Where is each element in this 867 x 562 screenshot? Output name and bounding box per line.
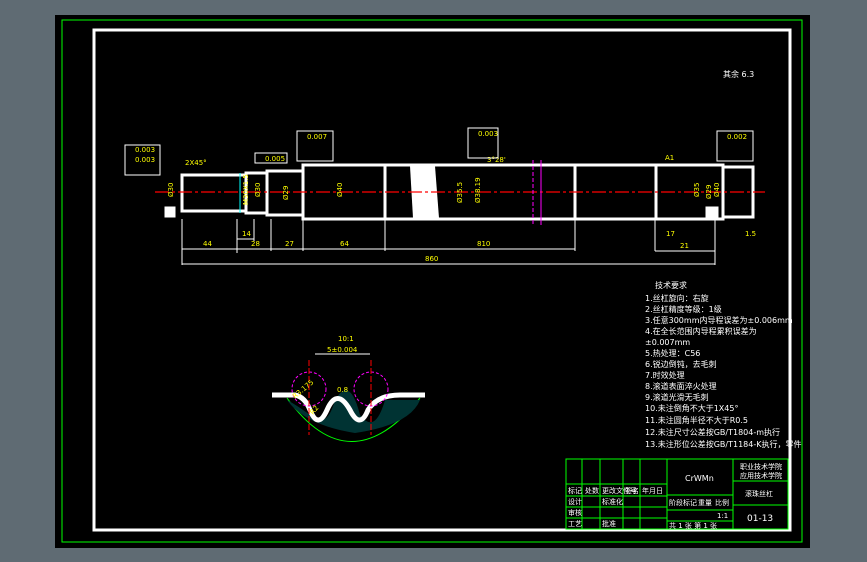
svg-text:14: 14 [242,230,251,238]
svg-text:M30X1.5: M30X1.5 [242,174,250,205]
svg-text:标记: 标记 [568,486,582,495]
svg-text:12.未注尺寸公差按GB/T1804-m执行: 12.未注尺寸公差按GB/T1804-m执行 [645,427,780,437]
svg-text:Ø35.5: Ø35.5 [456,182,464,203]
svg-text:4.在全长范围内导程累积误差为: 4.在全长范围内导程累积误差为 [645,326,757,336]
outer-border [61,19,803,543]
svg-text:Ø30: Ø30 [167,183,175,197]
svg-text:比例: 比例 [715,498,729,507]
svg-text:0.8: 0.8 [337,386,348,394]
svg-text:44: 44 [203,240,212,248]
svg-text:5±0.004: 5±0.004 [327,346,358,354]
svg-text:13.未注形位公差按GB/T1184-K执行，零件: 13.未注形位公差按GB/T1184-K执行，零件 [645,439,801,449]
svg-text:0.002: 0.002 [727,133,747,141]
svg-text:年月日: 年月日 [642,486,663,495]
svg-text:9.滚道光滑无毛刺: 9.滚道光滑无毛刺 [645,392,709,402]
svg-text:Ø40: Ø40 [713,183,721,197]
svg-text:Ø29: Ø29 [705,185,713,199]
svg-text:职业技术学院: 职业技术学院 [740,462,782,471]
svg-text:64: 64 [340,240,349,248]
svg-text:CrWMn: CrWMn [685,474,714,483]
svg-text:8.滚道表面淬火处理: 8.滚道表面淬火处理 [645,381,717,391]
svg-text:处数: 处数 [585,486,599,495]
svg-text:滚珠丝杠: 滚珠丝杠 [745,489,773,498]
svg-text:0.003: 0.003 [135,156,155,164]
svg-text:3.任意300mm内导程误差为±0.006mm: 3.任意300mm内导程误差为±0.006mm [645,315,793,325]
svg-text:6.锐边倒钝，去毛刺: 6.锐边倒钝，去毛刺 [645,359,717,369]
svg-text:标准化: 标准化 [602,497,623,506]
svg-text:28: 28 [251,240,260,248]
svg-text:860: 860 [425,255,438,263]
svg-text:Ø40: Ø40 [336,183,344,197]
svg-text:签名: 签名 [625,486,639,495]
svg-text:工艺: 工艺 [568,520,582,528]
svg-text:审核: 审核 [568,508,582,517]
svg-text:0.003: 0.003 [135,146,155,154]
svg-text:批准: 批准 [602,519,616,528]
svg-text:2X45°: 2X45° [185,159,207,167]
drawing-frame [92,28,792,532]
svg-text:1:1: 1:1 [717,512,728,520]
dimension-lines [181,219,716,265]
drawing-svg: 其余 6.3 44 14 28 27 64 810 860 17 21 1.5 … [61,19,803,543]
svg-text:01-13: 01-13 [747,514,773,524]
tolerance-values: 0.003 0.003 0.005 0.007 0.003 0.002 [135,130,747,164]
svg-text:Ø29: Ø29 [282,186,290,200]
title-block: 标记 处数 更改文件号 签名 年月日 设计 标准化 审核 工艺 批准 阶段标记 … [565,458,789,530]
svg-text:设计: 设计 [568,497,582,506]
svg-text:11.未注圆角半径不大于R0.5: 11.未注圆角半径不大于R0.5 [645,415,748,425]
roughness-note: 其余 6.3 [723,69,754,79]
svg-text:3°28': 3°28' [487,156,506,164]
svg-text:Ø30: Ø30 [254,183,262,197]
svg-text:±0.007mm: ±0.007mm [645,338,690,347]
svg-text:0.007: 0.007 [307,133,327,141]
svg-text:5.热处理：C56: 5.热处理：C56 [645,348,700,358]
svg-text:1.5: 1.5 [745,230,756,238]
svg-text:0.003: 0.003 [478,130,498,138]
svg-text:10.未注倒角不大于1X45°: 10.未注倒角不大于1X45° [645,403,738,413]
tolerance-frames [124,127,754,176]
svg-text:27: 27 [285,240,294,248]
cad-drawing-canvas[interactable]: 其余 6.3 44 14 28 27 64 810 860 17 21 1.5 … [55,15,810,548]
svg-text:2.丝杠精度等级：1级: 2.丝杠精度等级：1级 [645,304,722,314]
svg-text:810: 810 [477,240,490,248]
svg-text:7.时效处理: 7.时效处理 [645,370,685,380]
svg-text:共 1 张 第 1 张: 共 1 张 第 1 张 [669,521,717,530]
svg-text:Ø38.19: Ø38.19 [474,177,482,203]
svg-text:0.005: 0.005 [265,155,285,163]
diameter-labels: Ø30 M30X1.5 Ø30 Ø29 Ø40 Ø35.5 Ø38.19 Ø35… [167,174,721,205]
svg-text:应用技术学院: 应用技术学院 [740,471,782,480]
svg-text:Ø35: Ø35 [693,183,701,197]
svg-text:A1: A1 [665,154,674,162]
svg-text:阶段标记: 阶段标记 [669,498,697,507]
svg-text:21: 21 [680,242,689,250]
svg-text:17: 17 [666,230,675,238]
svg-text:1.丝杠旋向：右旋: 1.丝杠旋向：右旋 [645,293,709,303]
thread-profile-detail: 10:1 5±0.004 R3.175 0.8 R2 [272,335,425,442]
svg-text:重量: 重量 [698,499,712,507]
svg-text:技术要求: 技术要求 [655,280,687,290]
technical-requirements: 技术要求 1.丝杠旋向：右旋 2.丝杠精度等级：1级 3.任意300mm内导程误… [645,280,801,449]
svg-text:10:1: 10:1 [338,335,354,343]
